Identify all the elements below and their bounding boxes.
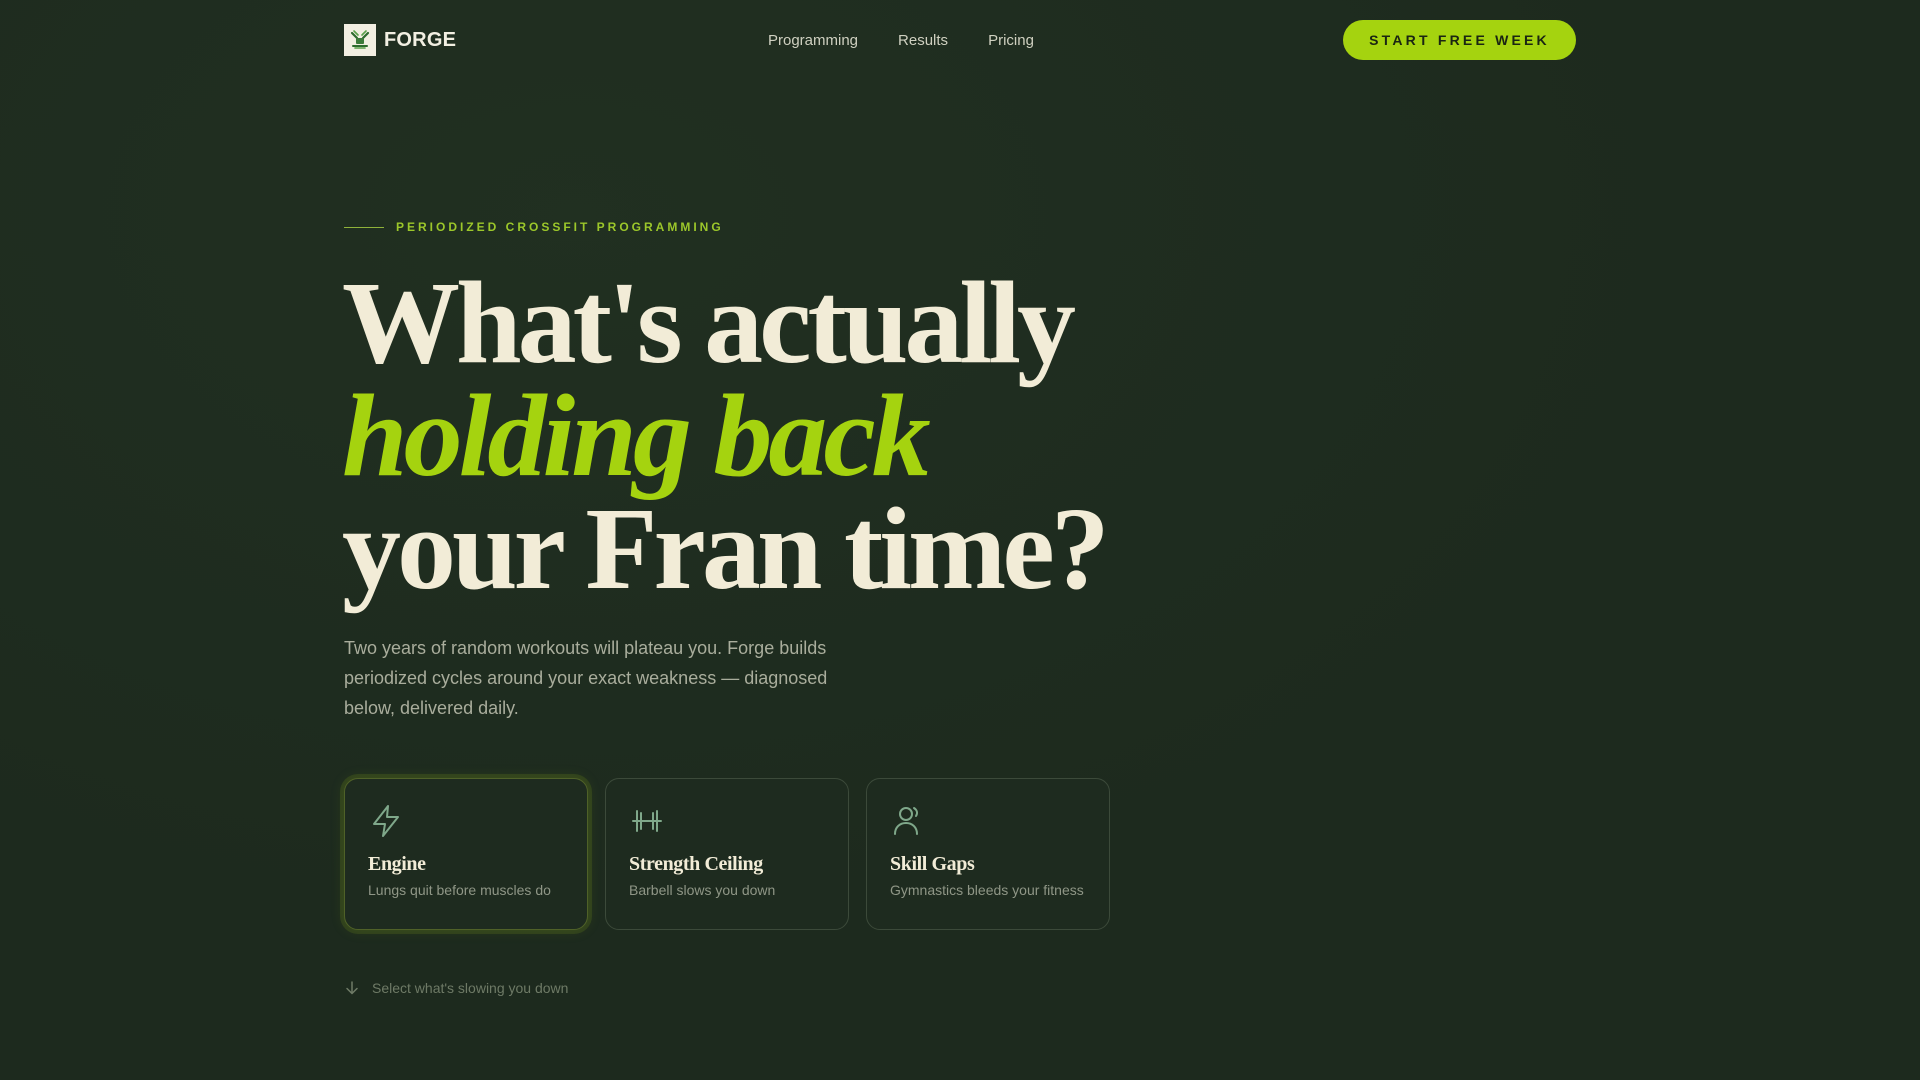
brand[interactable]: FORGE: [344, 24, 456, 56]
card-description: Lungs quit before muscles do: [368, 882, 551, 898]
headline-line-1: What's actually: [342, 257, 1076, 388]
hint-text: Select what's slowing you down: [372, 980, 569, 996]
card-title: Strength Ceiling: [629, 853, 763, 875]
card-strength-ceiling[interactable]: Strength Ceiling Barbell slows you down: [605, 778, 849, 930]
gymnast-icon: [894, 807, 919, 835]
headline-line-2-accent: holding back: [342, 370, 931, 501]
selection-hint: Select what's slowing you down: [344, 980, 568, 996]
nav-link-results[interactable]: Results: [898, 32, 948, 49]
hero-headline: What's actually holding back your Fran t…: [342, 257, 1110, 614]
lightning-icon: [373, 805, 399, 837]
card-description: Gymnastics bleeds your fitness: [890, 882, 1084, 898]
top-nav: FORGE Programming Results Pricing START …: [344, 0, 1576, 80]
eyebrow-divider: [344, 226, 384, 228]
eyebrow: PERIODIZED CROSSFIT PROGRAMMING: [344, 220, 724, 234]
hero-subcopy: Two years of random workouts will platea…: [344, 638, 828, 718]
card-title: Skill Gaps: [890, 853, 975, 875]
headline-line-3: your Fran time?: [342, 483, 1110, 614]
card-skill-gaps[interactable]: Skill Gaps Gymnastics bleeds your fitnes…: [866, 778, 1110, 930]
card-title: Engine: [368, 853, 426, 875]
nav-link-programming[interactable]: Programming: [768, 32, 858, 49]
card-description: Barbell slows you down: [629, 882, 776, 898]
arrow-down-icon: [346, 981, 358, 995]
nav-link-pricing[interactable]: Pricing: [988, 32, 1034, 49]
eyebrow-text: PERIODIZED CROSSFIT PROGRAMMING: [396, 220, 724, 234]
barbell-icon: [632, 810, 662, 832]
start-free-week-button[interactable]: START FREE WEEK: [1343, 20, 1576, 60]
nav-links: Programming Results Pricing: [768, 32, 1034, 49]
forge-logo-icon: [344, 24, 376, 56]
card-engine[interactable]: Engine Lungs quit before muscles do: [344, 778, 588, 930]
brand-name: FORGE: [384, 28, 457, 51]
weakness-cards: Engine Lungs quit before muscles do Stre…: [344, 778, 1110, 930]
